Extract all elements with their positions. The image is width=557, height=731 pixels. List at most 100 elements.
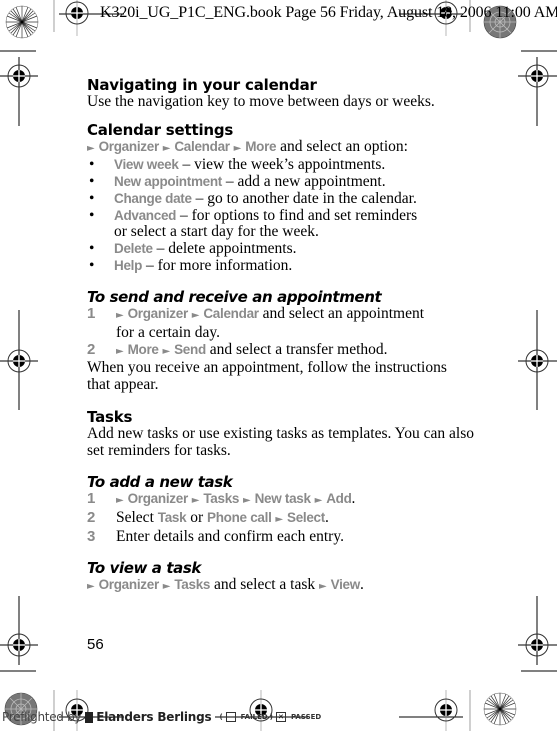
arrow-right-icon: ►: [116, 495, 124, 507]
option-desc: – add a new appointment.: [222, 173, 386, 191]
option-label: View week: [114, 157, 179, 173]
menu-item: Phone call: [207, 509, 272, 525]
arrow-right-icon: ►: [162, 581, 171, 593]
arrow-right-icon: ►: [162, 142, 171, 154]
color-bar-top-left: [5, 5, 39, 39]
menu-item: Tasks: [174, 577, 211, 593]
menu-item: New task: [254, 491, 311, 507]
step-text: Enter details and confirm each entry.: [116, 527, 344, 545]
arrow-right-icon: ►: [243, 495, 251, 507]
arrow-right-icon: ►: [233, 142, 242, 154]
step-item: 1 ► Organizer ► Tasks ► New task ► Add.: [87, 490, 487, 510]
bullet-icon: •: [89, 156, 95, 174]
menu-item: Calendar: [203, 306, 259, 322]
view-task-path: ► Organizer ► Tasks and select a task ► …: [87, 577, 487, 596]
menu-item: Organizer: [127, 491, 189, 507]
step-end: .: [324, 508, 329, 526]
body-line: set reminders for tasks.: [87, 441, 231, 459]
arrow-right-icon: ►: [319, 581, 327, 593]
option-label: Change date: [114, 190, 192, 206]
failed-checkbox: [225, 712, 236, 722]
arrow-right-icon: ►: [87, 142, 95, 154]
navigating-body: Use the navigation key to move between d…: [87, 93, 435, 110]
bullet-icon: •: [89, 173, 95, 191]
preflight-prefix: Preflighted by: [2, 710, 82, 724]
menu-item: Organizer: [127, 306, 189, 322]
step-text: and select an appointment: [258, 305, 425, 323]
menu-item: Add: [326, 491, 352, 507]
arrow-right-icon: ►: [116, 310, 124, 322]
option-desc-cont: or select a start day for the week.: [114, 223, 319, 241]
list-item: • Change date – go to another date in th…: [87, 189, 487, 208]
arrow-right-icon: ►: [314, 495, 323, 507]
preflight-company: Elanders Berlings: [96, 710, 212, 724]
bullet-icon: •: [89, 256, 95, 274]
option-desc: – for more information.: [142, 256, 293, 274]
step-number: 1: [87, 305, 96, 323]
list-item: • Delete – delete appointments.: [87, 239, 487, 258]
menu-item: Calendar: [174, 138, 230, 154]
note-line: When you receive an appointment, follow …: [87, 359, 447, 377]
option-label: Advanced: [114, 207, 177, 223]
step-item: 3 Enter details and confirm each entry.: [87, 527, 487, 546]
passed-label: PASSED: [290, 713, 322, 721]
step-text-cont: for a certain day.: [116, 324, 220, 342]
step-number: 2: [87, 508, 96, 526]
option-label: Help: [114, 257, 143, 273]
menu-item: Select: [286, 509, 325, 525]
preflight-footer: Preflighted by Elanders Berlings ( FAILE…: [2, 710, 322, 724]
page-number: 56: [87, 636, 104, 653]
passed-checkbox: ✕: [275, 712, 286, 722]
arrow-right-icon: ►: [191, 495, 200, 507]
step-number: 3: [87, 527, 96, 545]
heading-add-task: To add a new task: [87, 473, 233, 492]
arrow-right-icon: ►: [162, 345, 171, 357]
print-header: K320i_UG_P1C_ENG.book Page 56 Friday, Au…: [100, 4, 557, 21]
menu-item: Send: [174, 341, 206, 357]
heading-send-receive: To send and receive an appointment: [87, 288, 382, 307]
heading-calendar-settings: Calendar settings: [87, 120, 234, 139]
page-content: Navigating in your calendar Use the navi…: [87, 76, 487, 596]
bullet-icon: •: [89, 189, 95, 207]
option-label: New appointment: [114, 174, 223, 190]
menu-item: More: [127, 341, 159, 357]
path-mid: and select a task: [210, 576, 320, 594]
step-text: and select a transfer method.: [205, 340, 388, 358]
arrow-right-icon: ►: [116, 345, 124, 357]
tasks-body: Add new tasks or use existing tasks as t…: [87, 425, 487, 459]
list-item: • New appointment – add a new appointmen…: [87, 173, 487, 191]
menu-item: Tasks: [203, 491, 240, 507]
failed-label: FAILED: [240, 713, 268, 721]
step-text: Select: [116, 508, 158, 526]
list-item: • Advanced – for options to find and set…: [87, 206, 487, 241]
settings-menu-path: ► Organizer ► Calendar ► More and select…: [87, 137, 487, 158]
arrow-right-icon: ►: [87, 581, 95, 593]
step-item: 1 ► Organizer ► Calendar and select an a…: [87, 305, 487, 342]
bullet-icon: •: [89, 206, 95, 224]
step-item: 2 Select Task or Phone call ► Select.: [87, 508, 487, 529]
step-number: 2: [87, 340, 96, 358]
color-bar-bottom-right: [483, 692, 517, 726]
bullet-icon: •: [89, 239, 95, 257]
option-desc: – delete appointments.: [152, 239, 297, 257]
path-end: .: [359, 576, 364, 594]
note-line: that appear.: [87, 376, 159, 394]
list-item: • Help – for more information.: [87, 256, 487, 275]
elanders-logo-icon: [85, 711, 94, 723]
step-text: or: [186, 508, 207, 526]
menu-item: More: [245, 138, 277, 154]
menu-item: View: [330, 577, 361, 593]
step-end: .: [351, 490, 356, 508]
option-desc: – for options to find and set reminders: [176, 206, 418, 224]
heading-tasks: Tasks: [87, 407, 133, 426]
menu-item: Organizer: [98, 138, 160, 154]
option-desc: – view the week’s appointments.: [178, 156, 386, 174]
option-desc: – go to another date in the calendar.: [191, 189, 417, 207]
path-suffix: and select an option:: [276, 137, 408, 155]
send-receive-note: When you receive an appointment, follow …: [87, 360, 487, 393]
heading-navigating: Navigating in your calendar: [87, 76, 317, 94]
step-item: 2 ► More ► Send and select a transfer me…: [87, 340, 487, 361]
menu-item: Organizer: [98, 577, 160, 593]
heading-view-task: To view a task: [87, 559, 201, 578]
option-label: Delete: [114, 240, 153, 256]
